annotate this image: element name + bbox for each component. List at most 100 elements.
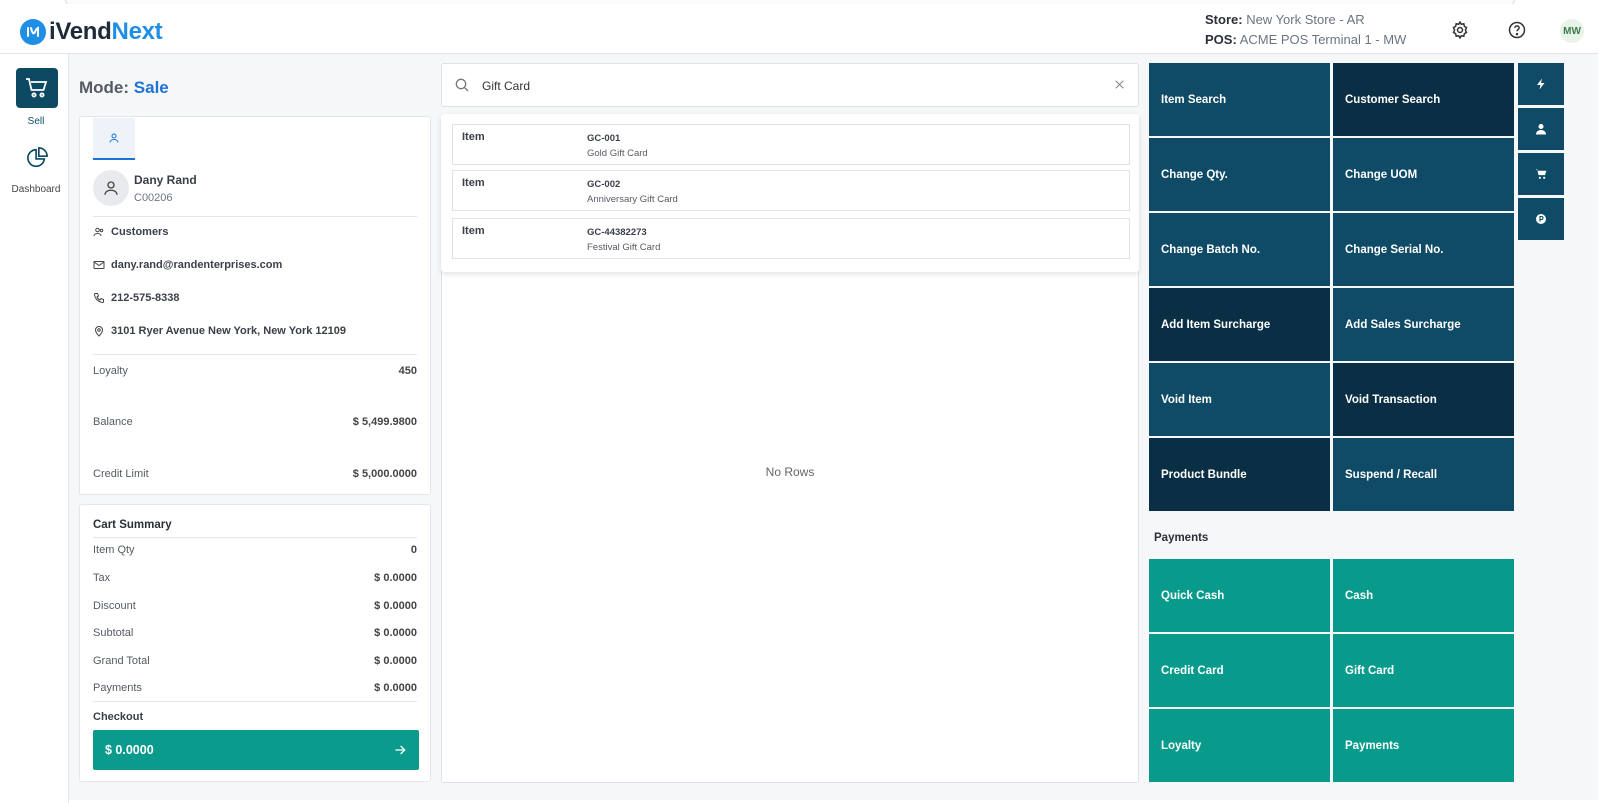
mode-indicator: Mode: Sale (79, 78, 169, 98)
payment-quick-cash[interactable]: Quick Cash (1149, 559, 1330, 632)
pos-label: POS: (1205, 32, 1237, 47)
cart-row-value: $ 0.0000 (374, 572, 417, 584)
cart-row-value: $ 0.0000 (374, 655, 417, 667)
action-void-item[interactable]: Void Item (1149, 363, 1330, 436)
cart-row: Item Qty 0 (93, 544, 417, 556)
payments-section-title: Payments (1154, 532, 1209, 544)
cart-row-value: $ 0.0000 (374, 600, 417, 612)
divider (93, 701, 417, 702)
help-icon[interactable] (1507, 20, 1527, 40)
action-add-sales-surcharge[interactable]: Add Sales Surcharge (1333, 288, 1514, 361)
logo-text-accent: Next (111, 18, 163, 45)
coin-icon (1536, 214, 1546, 224)
customer-phone-row: 212-575-8338 (93, 292, 180, 304)
search-result-item[interactable]: Item GC-44382273 Festival Gift Card (452, 218, 1130, 259)
customer-address-row: 3101 Ryer Avenue New York, New York 1210… (93, 325, 346, 337)
cart-row-value: 0 (410, 544, 417, 556)
store-info: Store: New York Store - AR POS: ACME POS… (1205, 10, 1406, 50)
result-code: GC-002 (587, 179, 621, 190)
payment-gift-card[interactable]: Gift Card (1333, 634, 1514, 707)
user-avatar[interactable]: MW (1560, 19, 1584, 43)
store-label: Store: (1205, 12, 1243, 27)
credit-limit-label: Credit Limit (93, 468, 149, 480)
logo-text-primary: iVend (49, 18, 112, 45)
result-type: Item (462, 131, 485, 143)
result-code: GC-44382273 (587, 227, 647, 238)
mail-icon (93, 261, 105, 269)
cart-row-value: $ 0.0000 (374, 682, 417, 694)
cart-row-value: $ 0.0000 (374, 627, 417, 639)
loyalty-value: 450 (398, 365, 417, 377)
arrow-right-icon (395, 745, 406, 755)
nav-sell-button[interactable] (16, 68, 58, 108)
cart-summary-card: Cart Summary Item Qty 0 Tax $ 0.0000 Disco… (79, 504, 431, 782)
search-results-dropdown: Item GC-001 Gold Gift Card Item GC-002 A… (441, 114, 1139, 272)
action-change-uom[interactable]: Change UOM (1333, 138, 1514, 211)
person-icon (1536, 124, 1546, 135)
search-icon (455, 78, 469, 92)
customer-name: Dany Rand (134, 173, 197, 187)
action-change-batch[interactable]: Change Batch No. (1149, 213, 1330, 286)
clear-search-icon[interactable] (1113, 78, 1126, 91)
customer-avatar (93, 170, 129, 206)
settings-gear-icon[interactable] (1450, 20, 1470, 40)
cart-row-label: Discount (93, 600, 136, 612)
person-icon (109, 133, 119, 143)
checkout-button[interactable]: $ 0.0000 (93, 730, 419, 770)
action-product-bundle[interactable]: Product Bundle (1149, 438, 1330, 511)
search-input[interactable] (482, 76, 1042, 96)
customer-email: dany.rand@randenterprises.com (111, 259, 283, 271)
location-pin-icon (94, 326, 104, 337)
action-change-qty[interactable]: Change Qty. (1149, 138, 1330, 211)
pos-value: ACME POS Terminal 1 - MW (1239, 32, 1407, 47)
checkout-label: Checkout (93, 711, 144, 723)
balance-row: Balance $ 5,499.9800 (93, 416, 417, 428)
action-suspend-recall[interactable]: Suspend / Recall (1333, 438, 1514, 511)
customer-group: Customers (111, 226, 169, 238)
left-nav-rail: Sell Dashboard (0, 54, 69, 803)
cart-summary-title: Cart Summary (93, 519, 172, 531)
result-name: Anniversary Gift Card (587, 194, 678, 205)
balance-value: $ 5,499.9800 (352, 416, 417, 428)
result-type: Item (462, 177, 485, 189)
action-add-item-surcharge[interactable]: Add Item Surcharge (1149, 288, 1330, 361)
customer-address: 3101 Ryer Avenue New York, New York 1210… (111, 325, 347, 337)
nav-dashboard-label[interactable]: Dashboard (0, 184, 72, 195)
top-header: iVendNext Store: New York Store - AR POS… (0, 4, 1598, 54)
cart-row: Payments $ 0.0000 (93, 682, 417, 694)
empty-state-text: No Rows (765, 465, 815, 479)
action-customer-search[interactable]: Customer Search (1333, 63, 1514, 136)
search-result-item[interactable]: Item GC-001 Gold Gift Card (452, 124, 1130, 165)
payment-credit-card[interactable]: Credit Card (1149, 634, 1330, 707)
customer-code: C00206 (134, 192, 173, 204)
quick-action-customer-button[interactable] (1518, 108, 1564, 150)
user-icon (104, 181, 118, 195)
payment-payments[interactable]: Payments (1333, 709, 1514, 782)
divider (93, 216, 417, 217)
customer-phone: 212-575-8338 (111, 292, 180, 304)
mode-label: Mode: (79, 78, 130, 97)
quick-action-lightning-button[interactable] (1518, 63, 1564, 105)
quick-action-payment-button[interactable] (1518, 198, 1564, 240)
action-void-transaction[interactable]: Void Transaction (1333, 363, 1514, 436)
app-logo[interactable]: iVendNext (20, 18, 163, 46)
cart-row-label: Tax (93, 572, 111, 584)
tab-customer[interactable] (93, 118, 135, 160)
balance-label: Balance (93, 416, 133, 428)
pie-chart-icon[interactable] (26, 147, 48, 169)
cart-icon (26, 78, 48, 98)
action-change-serial[interactable]: Change Serial No. (1333, 213, 1514, 286)
quick-action-cart-button[interactable] (1518, 153, 1564, 195)
search-result-item[interactable]: Item GC-002 Anniversary Gift Card (452, 170, 1130, 211)
cart-row: Grand Total $ 0.0000 (93, 655, 417, 667)
customer-email-row: dany.rand@randenterprises.com (93, 259, 282, 271)
search-bar (441, 63, 1139, 107)
cart-icon (1535, 169, 1546, 179)
credit-limit-row: Credit Limit $ 5,000.0000 (93, 468, 417, 480)
action-item-search[interactable]: Item Search (1149, 63, 1330, 136)
group-icon (93, 227, 104, 237)
customer-group-row: Customers (93, 226, 168, 238)
payment-loyalty[interactable]: Loyalty (1149, 709, 1330, 782)
payment-cash[interactable]: Cash (1333, 559, 1514, 632)
cart-row: Discount $ 0.0000 (93, 600, 417, 612)
